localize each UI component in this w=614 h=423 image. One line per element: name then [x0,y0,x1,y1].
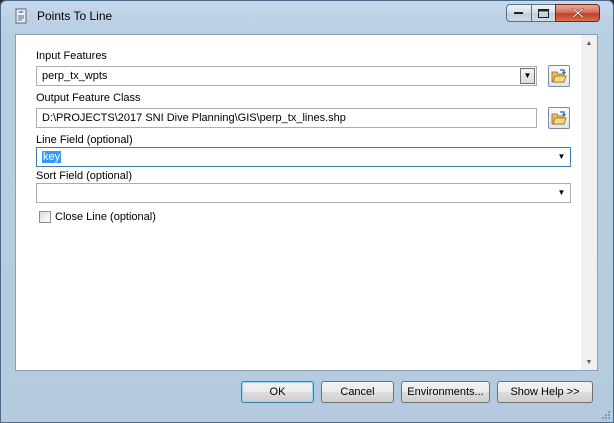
title-bar[interactable]: Points To Line [1,1,613,31]
chevron-down-icon[interactable]: ▼ [554,149,569,165]
close-line-checkbox[interactable] [39,211,51,223]
input-features-combobox[interactable]: perp_tx_wpts ▼ [36,66,537,86]
window-title: Points To Line [37,9,113,23]
line-field-label: Line Field (optional) [36,134,133,146]
scroll-down-icon[interactable]: ▼ [581,354,597,370]
close-button[interactable] [555,4,600,22]
output-feature-class-input[interactable]: D:\PROJECTS\2017 SNI Dive Planning\GIS\p… [36,108,537,128]
sort-field-combobox[interactable]: ▼ [36,183,571,203]
input-features-label: Input Features [36,50,107,62]
cancel-button[interactable]: Cancel [321,381,394,403]
dialog-window: Points To Line Input Features perp_tx_wp… [0,0,614,423]
toolbox-script-icon [13,8,29,24]
scroll-up-icon[interactable]: ▲ [581,35,597,51]
open-folder-icon [551,111,567,125]
output-feature-class-value: D:\PROJECTS\2017 SNI Dive Planning\GIS\p… [42,112,346,124]
chevron-down-icon[interactable]: ▼ [520,68,535,84]
minimize-button[interactable] [506,4,532,22]
output-feature-class-label: Output Feature Class [36,92,141,104]
close-line-label[interactable]: Close Line (optional) [55,211,156,223]
input-features-value: perp_tx_wpts [42,70,108,82]
output-feature-class-browse-button[interactable] [548,107,570,129]
chevron-down-icon[interactable]: ▼ [554,185,569,201]
maximize-button[interactable] [531,4,556,22]
line-field-combobox[interactable]: key ▼ [36,147,571,167]
vertical-scrollbar[interactable]: ▲ ▼ [581,35,597,370]
show-help-button[interactable]: Show Help >> [497,381,593,403]
line-field-value: key [42,151,62,163]
environments-button[interactable]: Environments... [401,381,490,403]
ok-button[interactable]: OK [241,381,314,403]
open-folder-icon [551,69,567,83]
sort-field-label: Sort Field (optional) [36,170,132,182]
parameters-panel: Input Features perp_tx_wpts ▼ Output Fea… [15,34,598,371]
input-features-browse-button[interactable] [548,65,570,87]
minimize-icon [514,12,523,14]
maximize-icon [538,8,549,18]
resize-grip-icon[interactable] [601,410,611,420]
close-icon [571,8,584,18]
